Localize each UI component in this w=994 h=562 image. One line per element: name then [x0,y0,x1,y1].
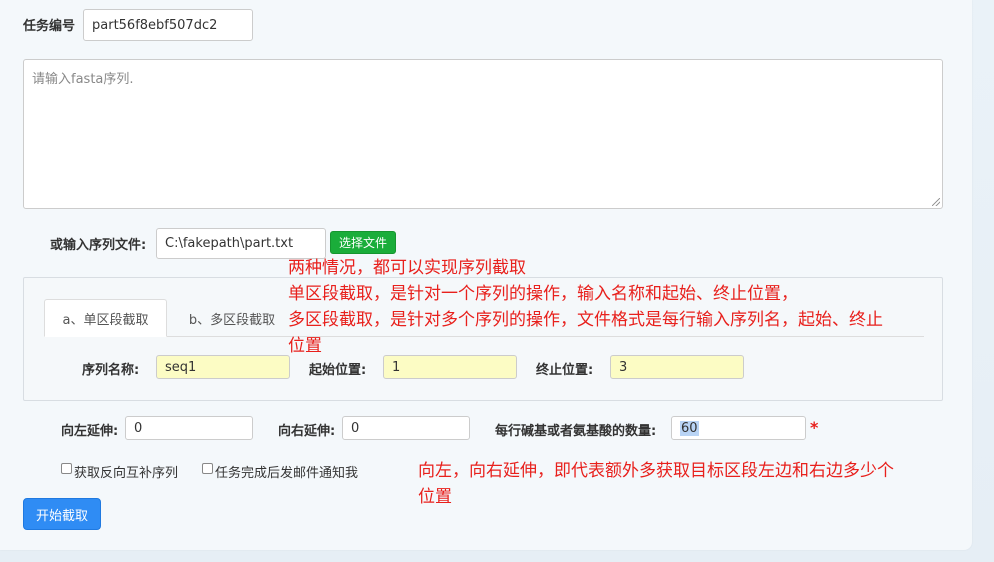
email-notify-label[interactable]: 任务完成后发邮件通知我 [215,462,358,481]
reverse-complement-label[interactable]: 获取反向互补序列 [74,462,178,481]
task-id-input[interactable]: part56f8ebf507dc2 [83,9,253,41]
note-line: 单区段截取，是针对一个序列的操作，输入名称和起始、终止位置， [288,284,798,304]
selected-text: 60 [680,420,699,436]
start-pos-label: 起始位置: [309,363,367,378]
extend-right-input[interactable]: 0 [342,416,470,440]
note-line: 多区段截取，是针对多个序列的操作，文件格式是每行输入序列名，起始、终止 [288,310,883,330]
required-mark: * [810,418,819,437]
note-line: 位置 [288,336,322,356]
extend-right-label: 向右延伸: [278,424,336,439]
file-label: 或输入序列文件: [50,238,147,253]
extend-left-label: 向左延伸: [61,424,119,439]
fasta-textarea[interactable]: 请输入fasta序列. [23,59,943,209]
end-pos-label: 终止位置: [536,363,594,378]
start-extract-button[interactable]: 开始截取 [23,498,101,530]
tab-multi-region[interactable]: b、多区段截取 [172,299,292,337]
note-line: 向左，向右延伸，即代表额外多获取目标区段左边和右边多少个 [418,461,894,481]
note-line: 位置 [418,487,452,507]
seq-name-input[interactable]: seq1 [156,355,290,379]
email-notify-checkbox[interactable] [202,463,213,474]
extend-left-input[interactable]: 0 [125,416,253,440]
choose-file-button[interactable]: 选择文件 [330,231,396,254]
per-line-input[interactable]: 60 [671,416,806,440]
note-line: 两种情况，都可以实现序列截取 [288,258,526,278]
reverse-complement-checkbox[interactable] [61,463,72,474]
fasta-placeholder: 请输入fasta序列. [32,72,134,87]
per-line-label: 每行碱基或者氨基酸的数量: [495,424,657,439]
seq-name-label: 序列名称: [82,363,140,378]
annotation-note-bottom: 向左，向右延伸，即代表额外多获取目标区段左边和右边多少个 位置 [418,458,894,510]
resize-handle-icon[interactable] [932,198,940,206]
task-id-label: 任务编号 [23,19,76,34]
annotation-note-top: 两种情况，都可以实现序列截取 单区段截取，是针对一个序列的操作，输入名称和起始、… [288,255,883,359]
tab-single-region[interactable]: a、单区段截取 [44,299,167,337]
